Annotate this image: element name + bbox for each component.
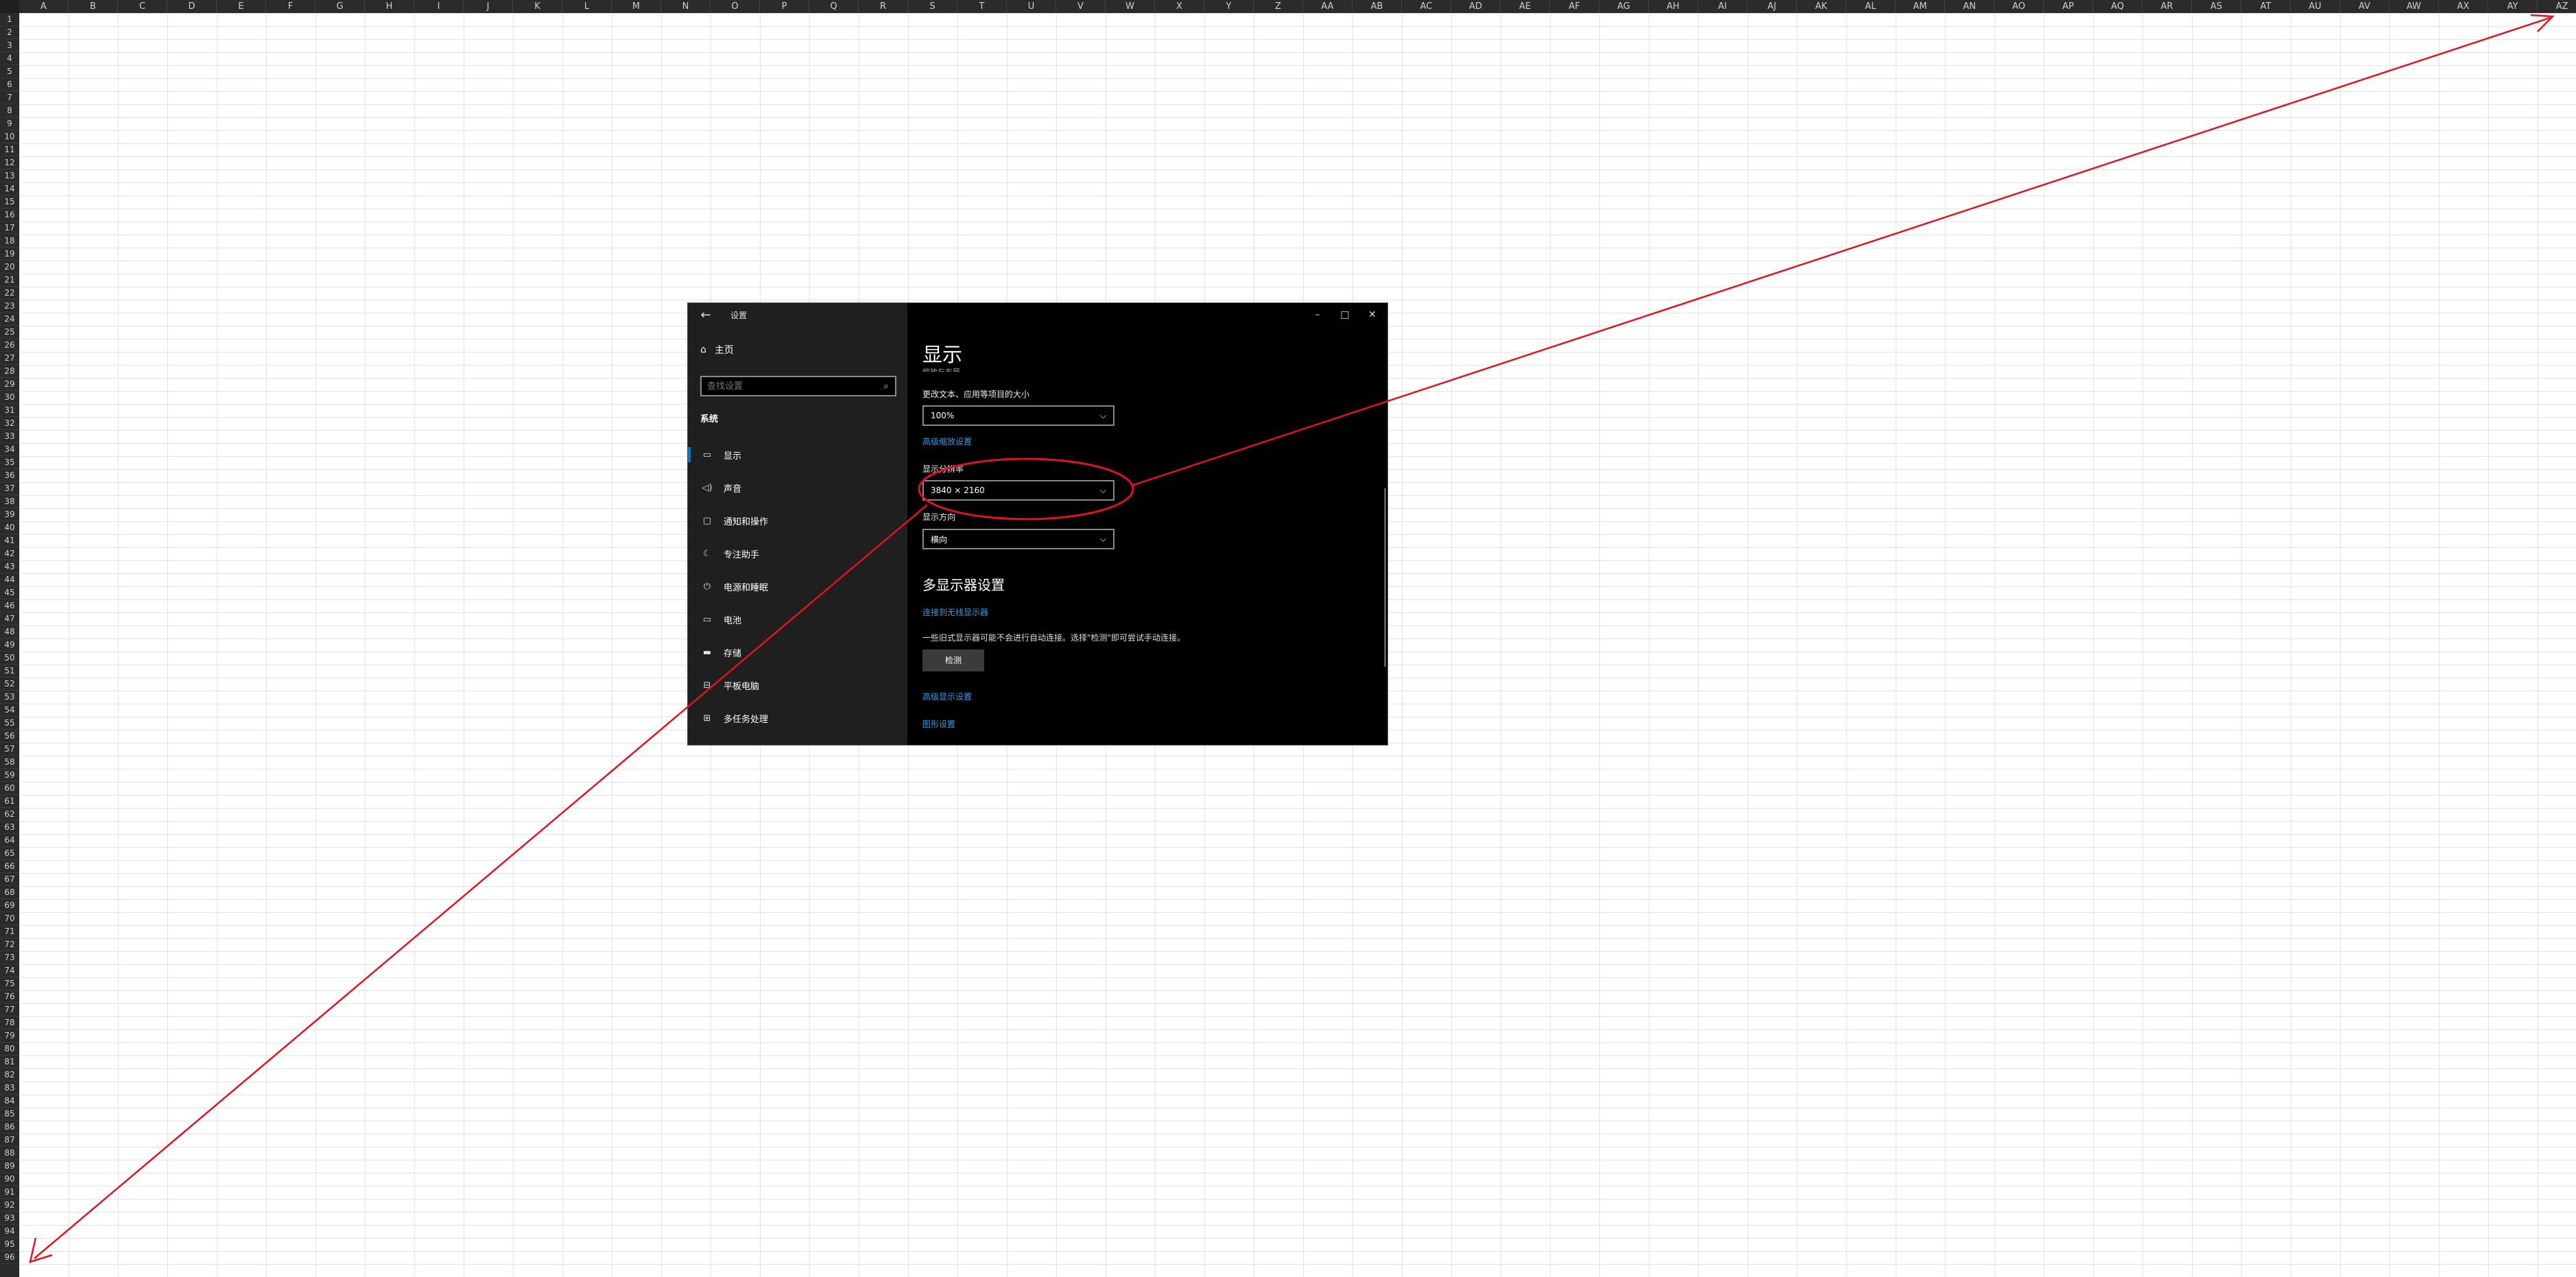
arrowhead-bottom-left-icon bbox=[29, 1237, 53, 1263]
arrow-line-to-top-right bbox=[1131, 16, 2551, 487]
resolution-highlight-ellipse bbox=[918, 457, 1134, 521]
arrow-line-to-bottom-left bbox=[34, 504, 928, 1259]
annotation-overlay bbox=[29, 14, 2555, 1263]
